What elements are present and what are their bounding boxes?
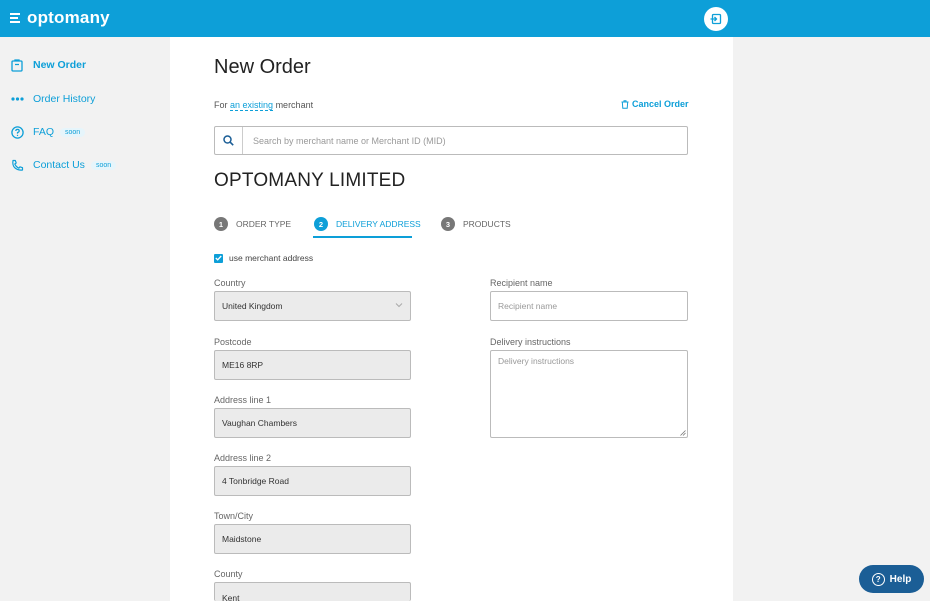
merchant-type-line: For an existing merchant [214,100,314,111]
country-value: United Kingdom [222,301,283,311]
town-field[interactable]: Maidstone [214,524,411,554]
country-label: Country [214,278,246,288]
recipient-name-placeholder: Recipient name [498,301,558,311]
sidebar: New Order Order History FAQ soon Contact… [0,37,168,601]
step-label: ORDER TYPE [236,219,292,229]
postcode-field[interactable]: ME16 8RP [214,350,411,380]
step-number: 2 [314,217,328,231]
use-merchant-address-option[interactable]: use merchant address [214,253,313,263]
for-suffix: merchant [275,100,314,110]
app-logo[interactable]: optomany [27,8,110,28]
step-label: PRODUCTS [463,219,511,229]
town-label: Town/City [214,511,254,521]
top-bar: optomany [0,0,930,37]
postcode-value: ME16 8RP [222,360,264,370]
sidebar-item-faq[interactable]: FAQ soon [10,125,86,139]
logout-icon [710,13,722,25]
county-field[interactable]: Kent [214,582,411,601]
merchant-search [214,126,688,155]
existing-merchant-link[interactable]: an existing [230,100,274,111]
recipient-name-input[interactable]: Recipient name [490,291,688,321]
question-icon [10,125,24,139]
soon-badge: soon [60,127,86,137]
address-line-1-field[interactable]: Vaughan Chambers [214,408,411,438]
phone-icon [10,158,24,172]
step-delivery-address[interactable]: 2 DELIVERY ADDRESS [314,216,421,232]
check-icon [215,255,222,261]
order-stepper: 1 ORDER TYPE 2 DELIVERY ADDRESS 3 PRODUC… [214,216,688,240]
help-label: Help [889,573,912,585]
county-label: County [214,569,243,579]
sidebar-item-label: FAQ [33,126,55,138]
sidebar-item-label: New Order [33,59,87,71]
help-button[interactable]: ? Help [859,565,924,593]
soon-badge: soon [90,160,117,170]
step-number: 3 [441,217,455,231]
menu-icon[interactable] [10,13,20,23]
address-line-2-label: Address line 2 [214,453,272,463]
search-icon [215,127,243,154]
recipient-name-label: Recipient name [490,278,553,288]
address-line-1-label: Address line 1 [214,395,272,405]
town-value: Maidstone [222,534,262,544]
sidebar-item-label: Contact Us [33,159,85,171]
use-merchant-address-label: use merchant address [229,253,314,263]
step-order-type[interactable]: 1 ORDER TYPE [214,216,291,232]
address-line-1-value: Vaughan Chambers [222,418,297,428]
step-number: 1 [214,217,228,231]
sidebar-item-order-history[interactable]: Order History [10,92,95,106]
page-title: New Order [214,56,311,78]
sidebar-item-new-order[interactable]: New Order [10,58,86,72]
active-step-indicator [313,236,412,238]
step-products[interactable]: 3 PRODUCTS [441,216,511,232]
delivery-instructions-placeholder: Delivery instructions [498,356,575,366]
step-label: DELIVERY ADDRESS [336,219,421,229]
address-line-2-field[interactable]: 4 Tonbridge Road [214,466,411,496]
question-icon: ? [871,572,885,586]
main-panel: New Order For an existing merchant Cance… [170,37,733,601]
delivery-instructions-textarea[interactable]: Delivery instructions [490,350,688,438]
dots-icon [10,92,24,106]
sidebar-item-contact-us[interactable]: Contact Us soon [10,158,117,172]
merchant-search-input[interactable] [243,135,663,146]
clipboard-icon [10,58,24,72]
for-prefix: For [214,100,228,110]
postcode-label: Postcode [214,337,252,347]
cancel-order-button[interactable]: Cancel Order [621,99,689,109]
county-value: Kent [222,593,240,601]
cancel-order-label: Cancel Order [632,99,689,109]
sidebar-item-label: Order History [33,93,96,105]
use-merchant-address-checkbox[interactable] [214,253,223,263]
chevron-down-icon [395,303,403,308]
trash-icon [621,99,629,109]
country-select[interactable]: United Kingdom [214,291,411,321]
logout-button[interactable] [704,7,728,31]
address-line-2-value: 4 Tonbridge Road [222,476,289,486]
resize-handle-icon[interactable] [680,430,686,436]
delivery-instructions-label: Delivery instructions [490,337,571,347]
merchant-name: OPTOMANY LIMITED [214,170,406,191]
